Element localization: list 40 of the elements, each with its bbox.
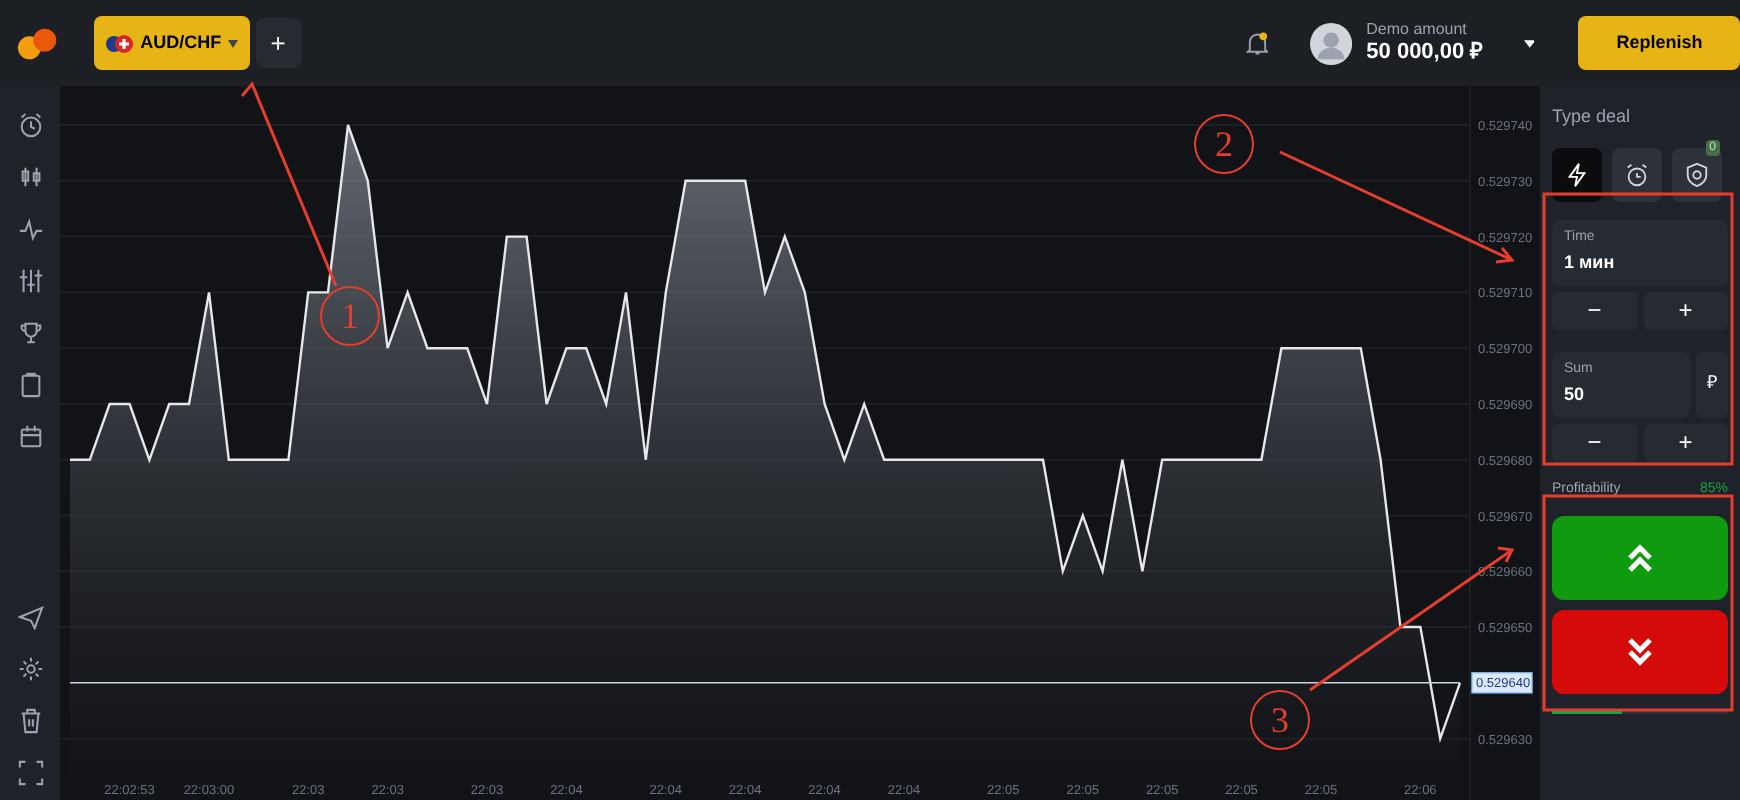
caret-icon xyxy=(227,39,238,47)
plus-button[interactable]: + xyxy=(1643,291,1728,329)
field-value: 50 xyxy=(1564,381,1587,407)
asset-tab[interactable]: AUD/CHF xyxy=(94,16,250,70)
clock-icon[interactable] xyxy=(17,111,43,138)
add-tab-button[interactable]: + xyxy=(255,18,302,68)
currency-button[interactable]: ₽ xyxy=(1696,351,1728,417)
trash-icon[interactable] xyxy=(17,708,43,735)
replenish-button[interactable]: Replenish xyxy=(1578,16,1740,70)
minus-button[interactable]: − xyxy=(1552,291,1637,329)
minus-button[interactable]: − xyxy=(1552,423,1637,461)
avatar-icon[interactable] xyxy=(1310,21,1353,65)
trophy-icon[interactable] xyxy=(17,319,43,346)
candlestick-icon[interactable] xyxy=(17,163,43,190)
shield-icon xyxy=(1684,161,1710,187)
settings-icon[interactable] xyxy=(17,656,43,683)
deal-type-tab[interactable] xyxy=(1612,147,1662,201)
double-chevron-down-icon xyxy=(1626,638,1654,666)
bell-icon[interactable] xyxy=(1245,29,1269,57)
sliders-icon[interactable] xyxy=(17,267,43,294)
field-value: 1 мин xyxy=(1564,249,1617,275)
deal-type-tab[interactable] xyxy=(1552,147,1602,201)
double-chevron-up-icon xyxy=(1626,544,1654,572)
fullscreen-icon[interactable] xyxy=(17,760,43,787)
bolt-icon xyxy=(1564,161,1590,187)
calendar-icon[interactable] xyxy=(17,423,43,450)
pulse-icon[interactable] xyxy=(17,215,43,242)
alarm-clock-icon xyxy=(1624,161,1650,187)
clipboard-icon[interactable] xyxy=(17,371,43,398)
balance-amount: 50 000,00 ₽ xyxy=(1366,42,1485,64)
panel-title: Type deal xyxy=(1552,104,1633,130)
paper-plane-icon[interactable] xyxy=(17,604,43,631)
step-number: 1 xyxy=(320,286,380,346)
balance-caption: Demo amount xyxy=(1366,22,1469,38)
logo-icon xyxy=(16,23,59,63)
step-number: 2 xyxy=(1194,114,1254,174)
step-number: 3 xyxy=(1250,690,1310,750)
caret-icon[interactable] xyxy=(1523,39,1535,47)
flag-icon xyxy=(106,33,135,53)
plus-button[interactable]: + xyxy=(1643,423,1728,461)
